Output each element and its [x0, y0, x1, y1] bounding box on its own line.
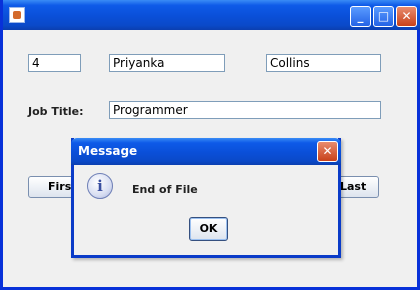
id-field[interactable]: 4	[28, 54, 81, 72]
info-icon: i	[87, 173, 113, 199]
dialog-titlebar[interactable]: Message ✕	[71, 138, 341, 165]
window-titlebar[interactable]: _ □ ✕	[3, 0, 420, 30]
close-button[interactable]: ✕	[396, 6, 417, 27]
java-app-icon[interactable]	[9, 7, 25, 23]
minimize-button[interactable]: _	[350, 6, 371, 27]
last-name-field[interactable]: Collins	[266, 54, 381, 72]
dialog-close-button[interactable]: ✕	[317, 141, 338, 162]
ok-button[interactable]: OK	[189, 217, 228, 241]
job-title-label: Job Title:	[28, 105, 84, 118]
job-title-field[interactable]: Programmer	[109, 101, 381, 119]
first-name-field[interactable]: Priyanka	[109, 54, 225, 72]
dialog-title: Message	[78, 144, 138, 158]
maximize-button[interactable]: □	[373, 6, 394, 27]
dialog-message: End of File	[132, 183, 198, 196]
message-dialog: Message ✕ i End of File OK	[71, 138, 341, 258]
